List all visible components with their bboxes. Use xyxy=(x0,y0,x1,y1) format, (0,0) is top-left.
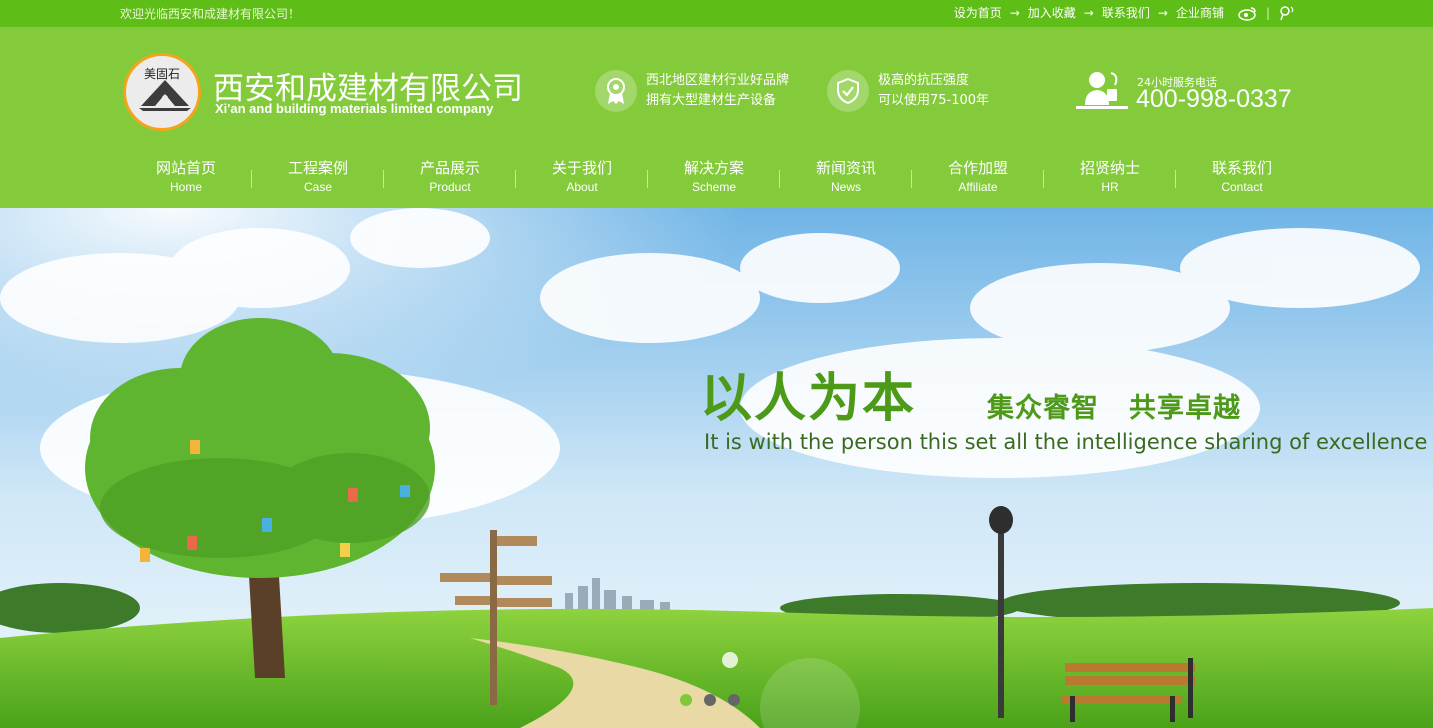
nav-item-case[interactable]: 工程案例 Case xyxy=(252,158,384,198)
banner-slogan-cn: 以人为本 xyxy=(700,368,917,429)
feature-brand: 西北地区建材行业好品牌 拥有大型建材生产设备 xyxy=(595,70,789,112)
nav-item-about[interactable]: 关于我们 About xyxy=(516,158,648,198)
tencent-weibo-icon[interactable] xyxy=(1278,5,1298,21)
slider-dot-1[interactable] xyxy=(680,694,692,706)
hero-banner[interactable]: 以人为本 集众睿智 共享卓越 It is with the person this… xyxy=(0,208,1433,728)
logo-mark-icon xyxy=(139,80,191,111)
arrow-icon: → xyxy=(1157,5,1168,20)
arrow-icon: → xyxy=(1009,5,1020,20)
nav-item-news[interactable]: 新闻资讯 News xyxy=(780,158,912,198)
top-links: 设为首页 → 加入收藏 → 联系我们 → 企业商铺 | xyxy=(954,4,1298,21)
feature-strength-line1: 极高的抗压强度 xyxy=(878,73,970,88)
contact-us-link[interactable]: 联系我们 xyxy=(1102,4,1150,21)
separator: | xyxy=(1265,5,1270,20)
shield-check-icon xyxy=(827,70,869,112)
main-nav: 网站首页 Home 工程案例 Case 产品展示 Product 关于我们 Ab… xyxy=(120,158,1308,198)
nav-item-home[interactable]: 网站首页 Home xyxy=(120,158,252,198)
feature-brand-line2: 拥有大型建材生产设备 xyxy=(646,93,777,108)
feature-strength: 极高的抗压强度 可以使用75-100年 xyxy=(827,70,989,112)
top-bar: 欢迎光临西安和成建材有限公司！ 设为首页 → 加入收藏 → 联系我们 → 企业商… xyxy=(0,0,1433,27)
weibo-icon[interactable] xyxy=(1238,5,1258,21)
company-name-en: Xi'an and building materials limited com… xyxy=(215,101,494,116)
company-logo[interactable]: 美固石 xyxy=(123,53,201,131)
nav-item-affiliate[interactable]: 合作加盟 Affiliate xyxy=(912,158,1044,198)
banner-slogan-cn2: 集众睿智 共享卓越 xyxy=(987,393,1241,424)
slider-pagination xyxy=(680,694,752,706)
customer-service-icon xyxy=(1075,71,1129,115)
nav-item-scheme[interactable]: 解决方案 Scheme xyxy=(648,158,780,198)
feature-strength-line2: 可以使用75-100年 xyxy=(878,93,990,108)
set-homepage-link[interactable]: 设为首页 xyxy=(954,4,1002,21)
welcome-text: 欢迎光临西安和成建材有限公司！ xyxy=(120,7,301,21)
phone-number: 400-998-0337 xyxy=(1136,85,1292,113)
add-favorite-link[interactable]: 加入收藏 xyxy=(1028,4,1076,21)
arrow-icon: → xyxy=(1083,5,1094,20)
enterprise-shop-link[interactable]: 企业商铺 xyxy=(1176,4,1224,21)
feature-brand-line1: 西北地区建材行业好品牌 xyxy=(646,73,790,88)
medal-icon xyxy=(595,70,637,112)
slider-dot-2[interactable] xyxy=(704,694,716,706)
social-icons: | xyxy=(1238,5,1298,21)
banner-scene-image xyxy=(0,208,1433,728)
nav-item-hr[interactable]: 招贤纳士 HR xyxy=(1044,158,1176,198)
banner-slogan-en: It is with the person this set all the i… xyxy=(704,430,1428,454)
nav-item-product[interactable]: 产品展示 Product xyxy=(384,158,516,198)
nav-item-contact[interactable]: 联系我们 Contact xyxy=(1176,158,1308,198)
site-header: 美固石 西安和成建材有限公司 Xi'an and building materi… xyxy=(0,27,1433,208)
slider-dot-3[interactable] xyxy=(728,694,740,706)
